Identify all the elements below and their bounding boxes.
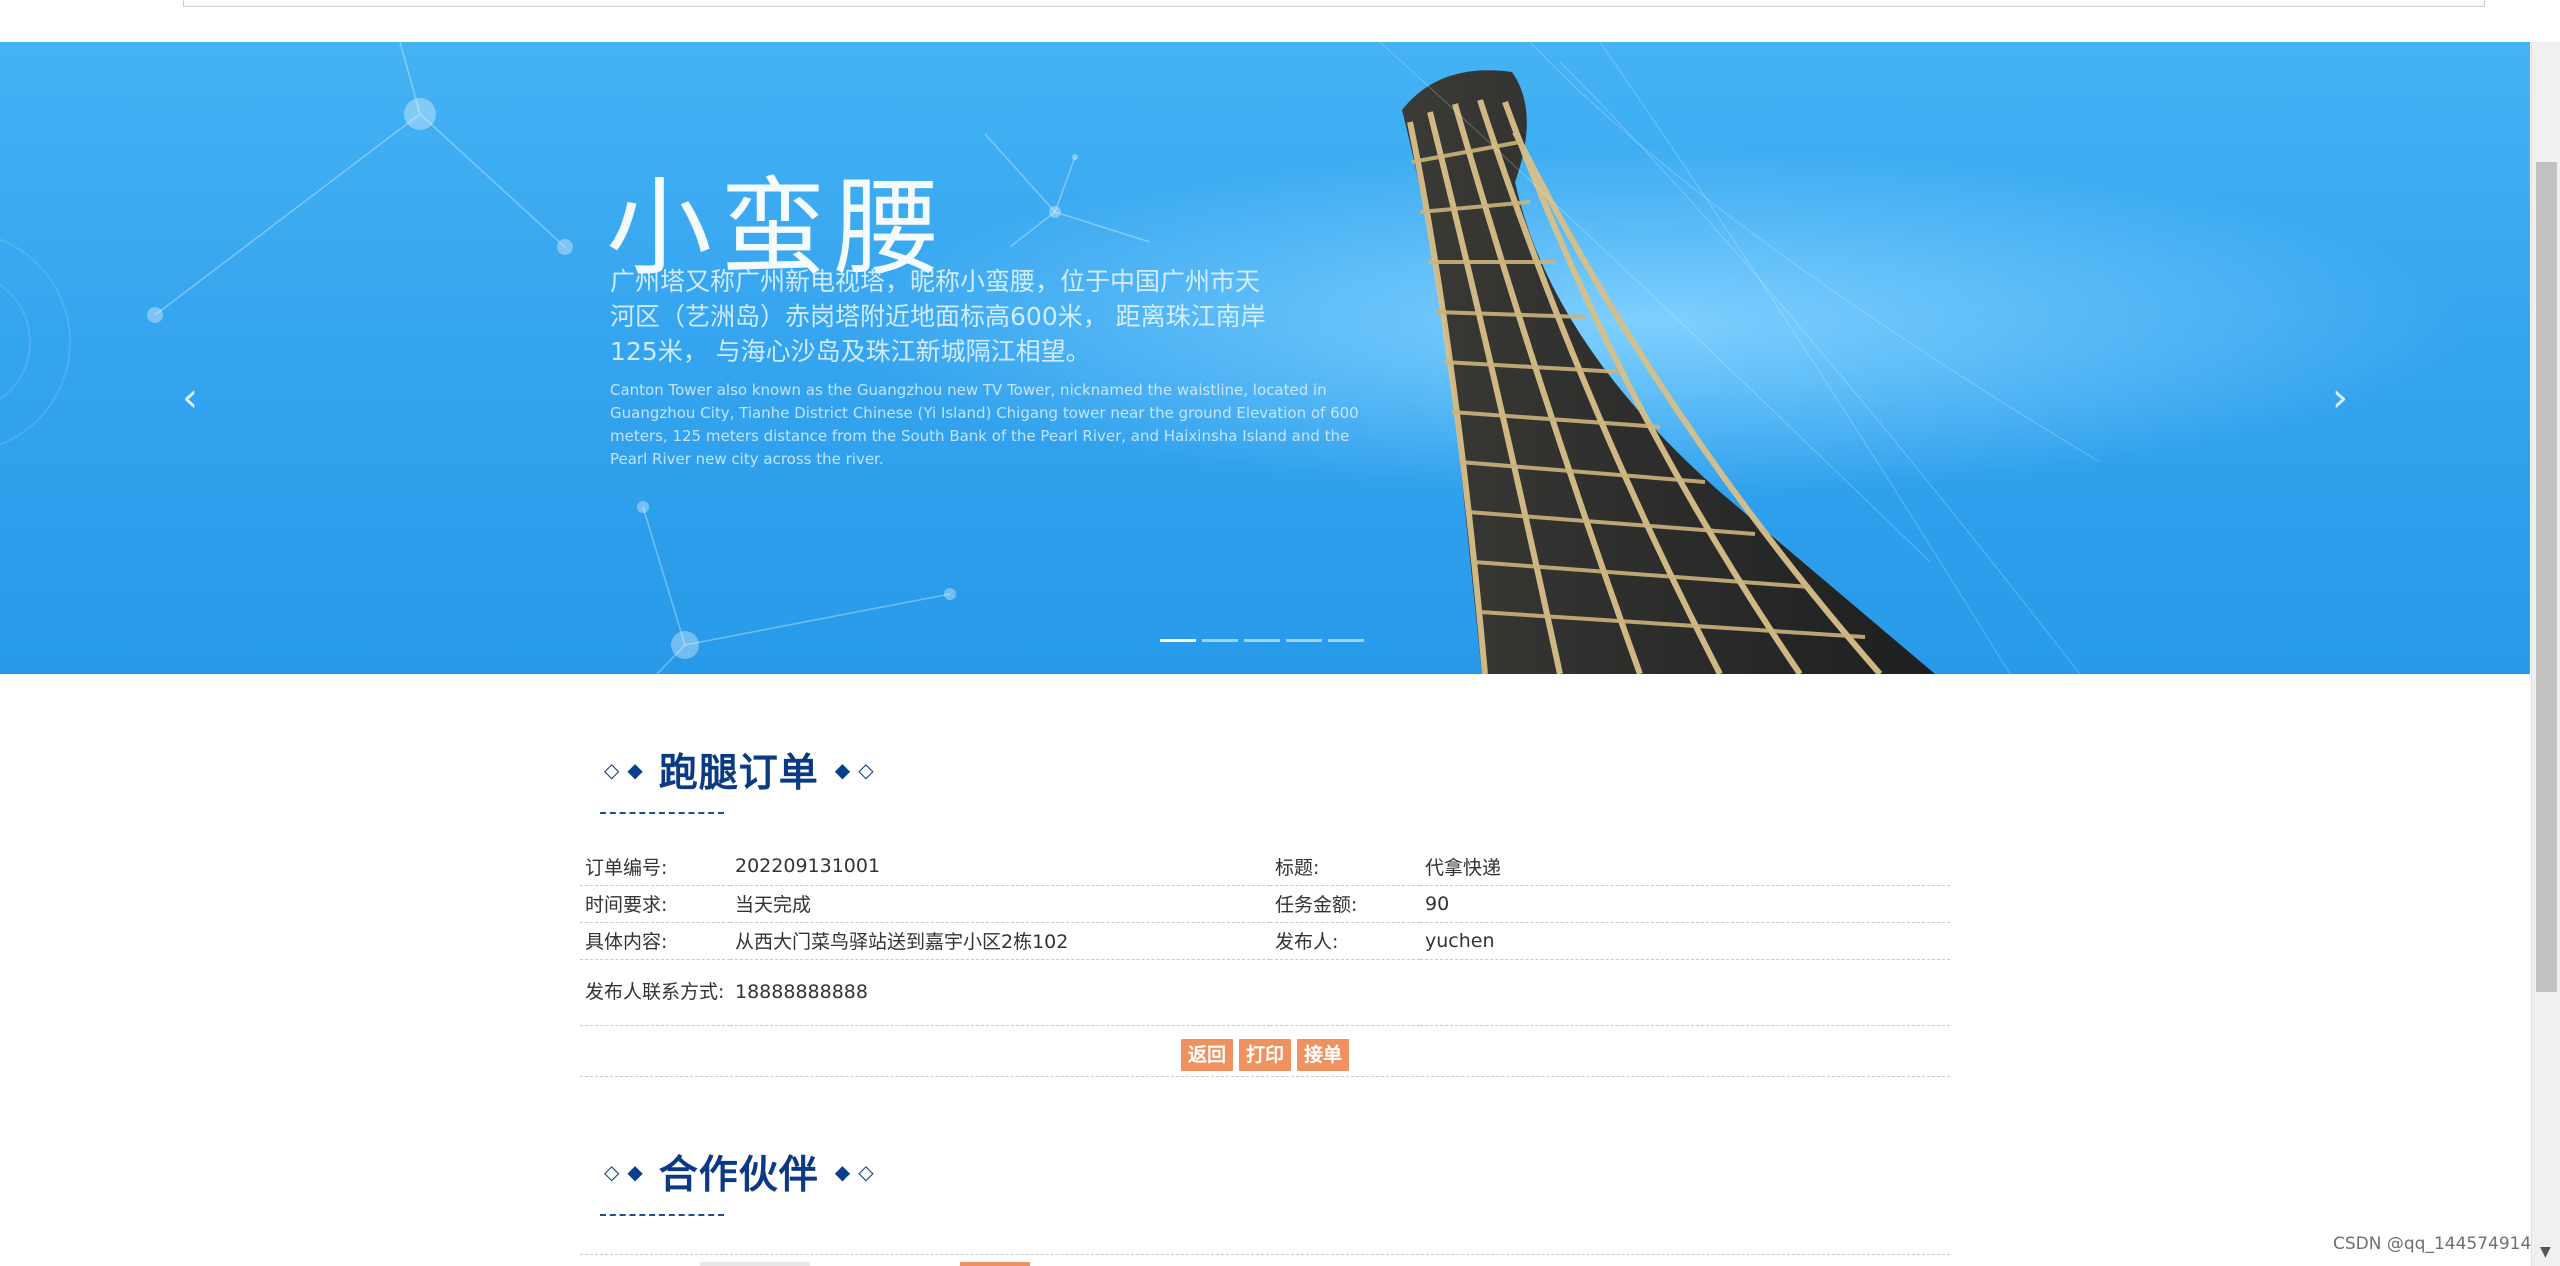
content-value: 从西大门菜鸟驿站送到嘉宇小区2栋102 (730, 922, 1270, 960)
task-amount-label: 任务金额: (1270, 885, 1420, 923)
order-section-title: 跑腿订单 (658, 751, 819, 796)
page-scrollbar[interactable]: ▼ (2531, 42, 2560, 1266)
order-detail-table: 订单编号: 202209131001 标题: 代拿快递 时间要求: 当天完成 任… (580, 848, 1950, 1026)
partner-heading-underline (600, 1214, 724, 1216)
hollow-diamond-icon: ◇ (858, 1160, 874, 1184)
csdn-watermark: CSDN @qq_1445749146 (2333, 1234, 2543, 1254)
partner-divider (580, 1254, 1950, 1255)
carousel-indicator[interactable] (1202, 639, 1238, 642)
back-button[interactable]: 返回 (1180, 1039, 1233, 1071)
partner-logo-fragment (960, 1262, 1030, 1266)
carousel-next-chevron-icon[interactable]: › (2320, 378, 2360, 418)
solid-diamond-icon: ◆ (834, 1160, 851, 1184)
order-heading-underline (600, 812, 724, 814)
hollow-diamond-icon: ◇ (604, 758, 620, 782)
publisher-label: 发布人: (1270, 922, 1420, 960)
carousel-prev-chevron-icon[interactable]: ‹ (170, 378, 210, 418)
carousel-indicator[interactable] (1286, 639, 1322, 642)
table-row: 具体内容: 从西大门菜鸟驿站送到嘉宇小区2栋102 发布人: yuchen (580, 922, 1950, 960)
content-label: 具体内容: (580, 922, 730, 960)
partner-section-heading: ◇ ◆ 合作伙伴 ◆ ◇ (600, 1142, 878, 1202)
carousel-indicator[interactable] (1244, 639, 1280, 642)
hollow-diamond-icon: ◇ (858, 758, 874, 782)
empty-label (1270, 959, 1420, 1026)
order-number-label: 订单编号: (580, 848, 730, 886)
time-requirement-label: 时间要求: (580, 885, 730, 923)
publisher-contact-value: 18888888888 (730, 959, 1270, 1026)
banner-description-cn: 广州塔又称广州新电视塔，昵称小蛮腰，位于中国广州市天河区（艺洲岛）赤岗塔附近地面… (610, 267, 1266, 366)
top-bar (183, 0, 2485, 7)
empty-value (1420, 959, 1950, 1026)
publisher-contact-label: 发布人联系方式: (580, 959, 730, 1026)
table-row: 发布人联系方式: 18888888888 (580, 959, 1950, 1026)
carousel-indicator[interactable] (1328, 639, 1364, 642)
carousel-indicators (1160, 639, 1364, 645)
publisher-value: yuchen (1420, 922, 1950, 960)
carousel-indicator[interactable] (1160, 639, 1196, 642)
partner-logo-fragment (700, 1262, 810, 1266)
order-actions: 返回 打印 接单 (580, 1034, 1950, 1077)
title-label: 标题: (1270, 848, 1420, 886)
solid-diamond-icon: ◆ (627, 758, 643, 782)
task-amount-value: 90 (1420, 885, 1950, 923)
solid-diamond-icon: ◆ (627, 1160, 643, 1184)
banner-carousel: 小蛮腰 广州塔又称广州新电视塔，昵称小蛮腰，位于中国广州市天河区（艺洲岛）赤岗塔… (0, 42, 2530, 674)
print-button[interactable]: 打印 (1238, 1039, 1291, 1071)
scroll-down-arrow-icon[interactable]: ▼ (2540, 1244, 2551, 1260)
accept-order-button[interactable]: 接单 (1297, 1039, 1350, 1071)
order-number-value: 202209131001 (730, 848, 1270, 886)
top-strip (0, 0, 2560, 43)
table-row: 时间要求: 当天完成 任务金额: 90 (580, 885, 1950, 923)
solid-diamond-icon: ◆ (834, 758, 851, 782)
title-value: 代拿快递 (1420, 848, 1950, 886)
partner-section-title: 合作伙伴 (658, 1153, 819, 1198)
banner-description-en: Canton Tower also known as the Guangzhou… (610, 381, 1359, 468)
time-requirement-value: 当天完成 (730, 885, 1270, 923)
table-row: 订单编号: 202209131001 标题: 代拿快递 (580, 848, 1950, 886)
scrollbar-thumb[interactable] (2536, 162, 2557, 992)
hollow-diamond-icon: ◇ (604, 1160, 620, 1184)
order-section-heading: ◇ ◆ 跑腿订单 ◆ ◇ (600, 740, 878, 800)
